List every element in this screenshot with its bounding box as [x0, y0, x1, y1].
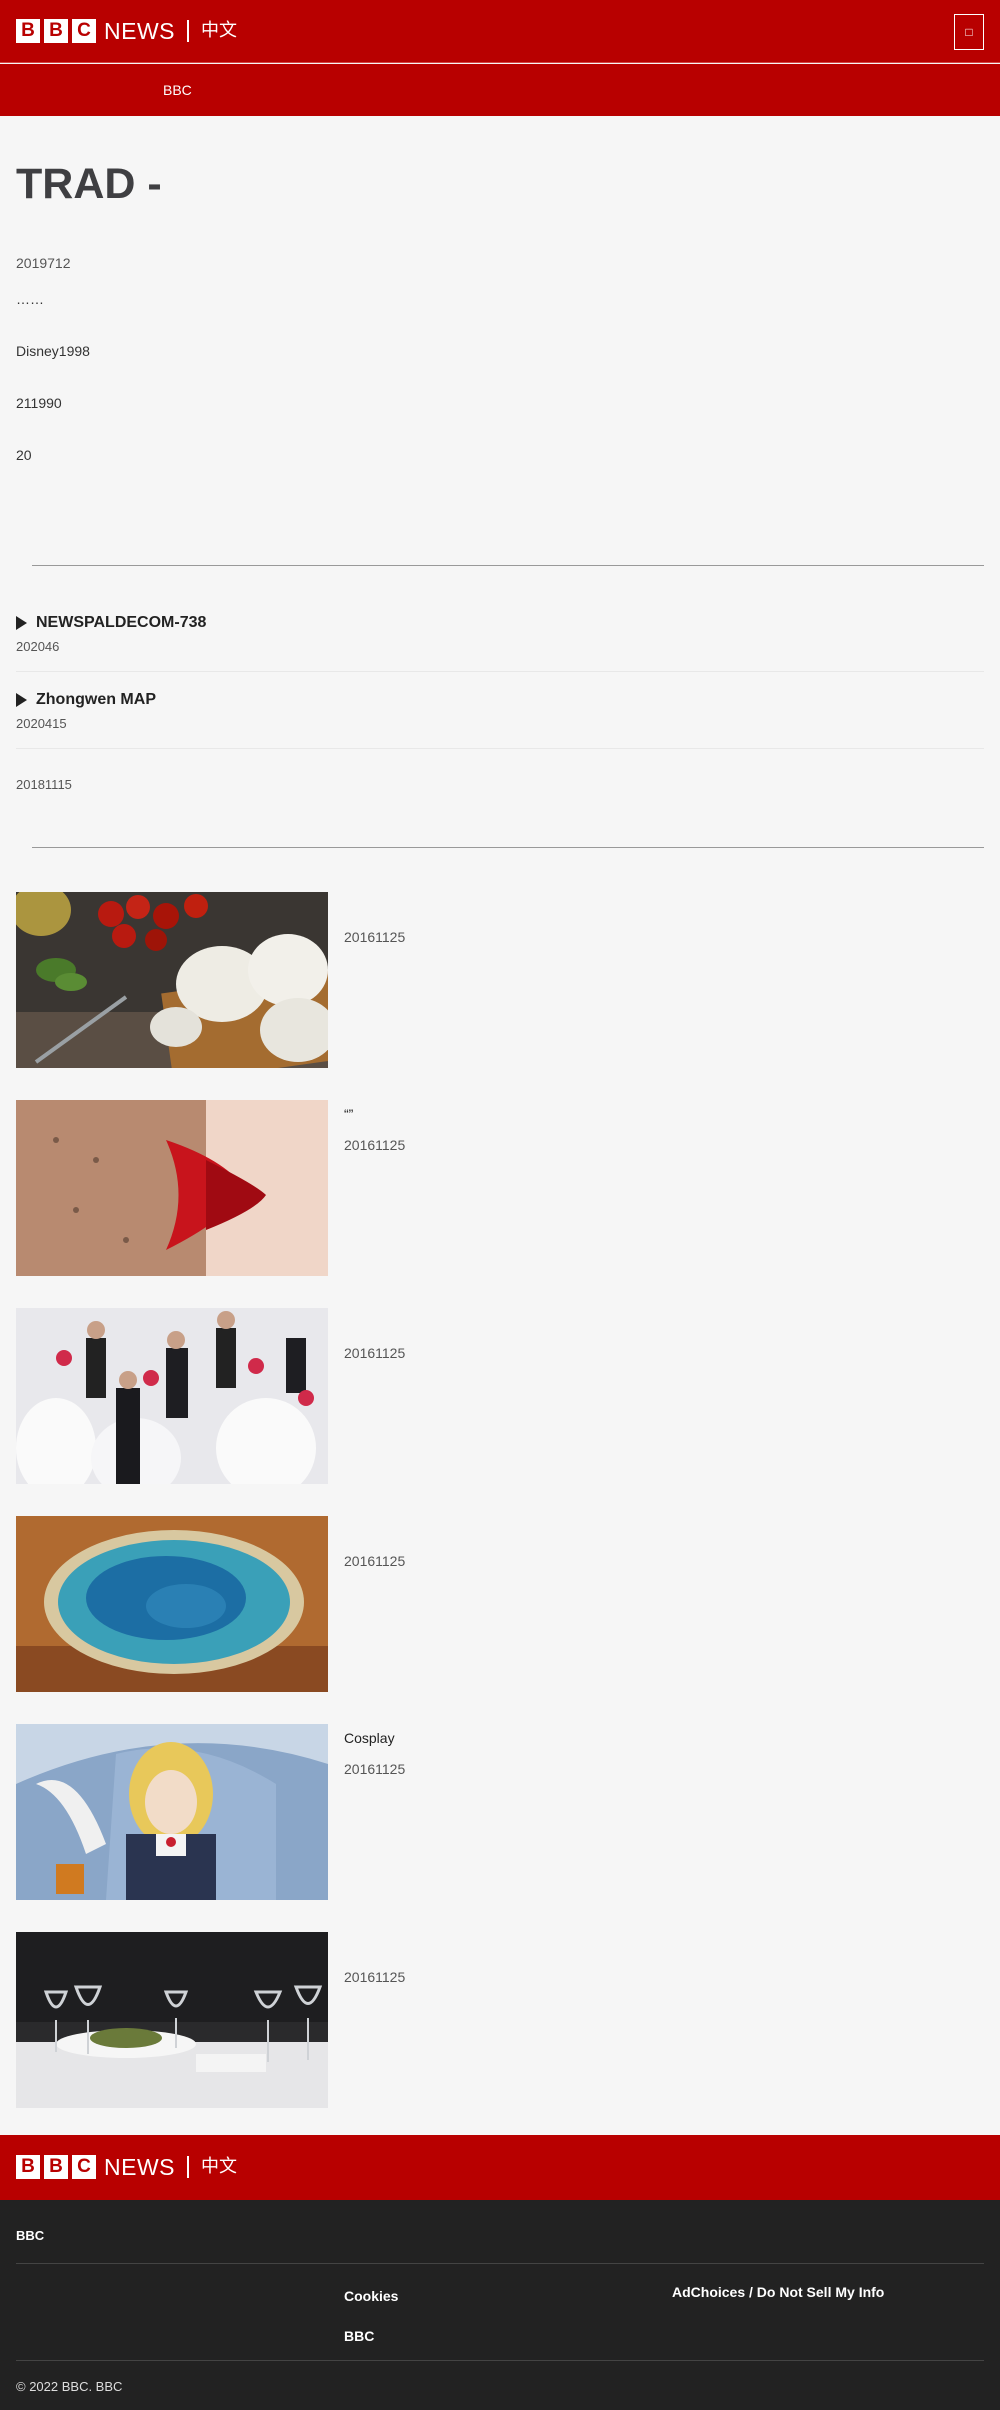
play-icon: [16, 616, 27, 630]
story-card[interactable]: Cosplay 20161125: [16, 1724, 984, 1900]
group-wedding-photo: [16, 1308, 328, 1484]
divider: [16, 671, 984, 672]
article-paragraph: 211990: [16, 395, 62, 411]
story-date: 20161125: [344, 1345, 406, 1361]
logo-separator: [187, 20, 189, 42]
cheese-tomatoes-photo: [16, 892, 328, 1068]
site-header: B B C NEWS 中文 □: [0, 0, 1000, 63]
related-item-title: Zhongwen MAP: [36, 691, 156, 708]
related-item-title-row: NEWSPALDECOM-738: [16, 614, 984, 632]
article-date: 2019712: [16, 255, 71, 271]
top-stories-section-header: [16, 843, 984, 848]
story-card[interactable]: 20161125: [16, 1932, 984, 2108]
main-nav: BBC: [0, 64, 1000, 116]
related-item[interactable]: Zhongwen MAP 2020415: [16, 691, 984, 731]
footer-link-bbc[interactable]: BBC: [344, 2328, 374, 2344]
footer-link-adchoices[interactable]: AdChoices / Do Not Sell My Info: [672, 2284, 884, 2300]
related-item-date: 202046: [16, 639, 60, 654]
story-card[interactable]: “” 20161125: [16, 1100, 984, 1276]
story-card[interactable]: 20161125: [16, 1516, 984, 1692]
cosplay-photo: [16, 1724, 328, 1900]
related-item[interactable]: 20181115: [16, 770, 984, 792]
related-item-date: 2020415: [16, 716, 67, 731]
logo-news-word: NEWS: [104, 2154, 175, 2180]
play-icon: [16, 693, 27, 707]
article-paragraph: 20: [16, 447, 32, 463]
related-item-title-row: Zhongwen MAP: [16, 691, 984, 709]
story-date: 20161125: [344, 1969, 406, 1985]
hot-spring-photo: [16, 1516, 328, 1692]
story-date: 20161125: [344, 1553, 406, 1569]
divider: [16, 748, 984, 749]
footer-brand-bar: B B C NEWS 中文: [0, 2135, 1000, 2200]
section-rule: [32, 847, 984, 848]
footer-bbc-news-logo[interactable]: B B C NEWS 中文: [16, 2155, 237, 2179]
restaurant-table-photo: [16, 1932, 328, 2108]
article-paragraph: ……: [16, 291, 44, 307]
footer-divider: [16, 2263, 984, 2264]
logo-language: 中文: [201, 2156, 237, 2177]
bbc-news-logo[interactable]: B B C NEWS 中文: [16, 19, 237, 43]
article-paragraph: Disney1998: [16, 343, 90, 359]
footer-link-cookies[interactable]: Cookies: [344, 2288, 398, 2304]
story-date: 20161125: [344, 1137, 406, 1153]
site-footer: BBC Cookies AdChoices / Do Not Sell My I…: [0, 2200, 1000, 2410]
logo-language: 中文: [201, 20, 237, 41]
menu-icon: □: [965, 25, 973, 39]
nav-item-bbc[interactable]: BBC: [163, 82, 192, 98]
related-item-date: 20181115: [16, 777, 72, 792]
footer-divider: [16, 2360, 984, 2361]
section-rule: [32, 565, 984, 566]
story-title: Cosplay: [344, 1730, 395, 1746]
story-card[interactable]: 20161125: [16, 892, 984, 1068]
article-title: TRAD -: [16, 160, 162, 208]
story-date: 20161125: [344, 1761, 406, 1777]
story-card[interactable]: 20161125: [16, 1308, 984, 1484]
menu-button[interactable]: □: [954, 14, 984, 50]
related-section-header: [16, 561, 984, 566]
logo-letter-b2: B: [44, 19, 68, 43]
copyright-text: © 2022 BBC. BBC: [16, 2379, 123, 2394]
logo-separator: [187, 2156, 189, 2178]
logo-letter-b1: B: [16, 19, 40, 43]
story-title: “”: [344, 1106, 354, 1122]
logo-letter-c: C: [72, 2155, 96, 2179]
kiss-photo: [16, 1100, 328, 1276]
related-item[interactable]: NEWSPALDECOM-738 202046: [16, 614, 984, 654]
story-date: 20161125: [344, 929, 406, 945]
logo-letter-b1: B: [16, 2155, 40, 2179]
related-item-title: NEWSPALDECOM-738: [36, 614, 207, 631]
logo-news-word: NEWS: [104, 18, 175, 44]
logo-letter-b2: B: [44, 2155, 68, 2179]
logo-letter-c: C: [72, 19, 96, 43]
footer-heading: BBC: [16, 2228, 45, 2243]
